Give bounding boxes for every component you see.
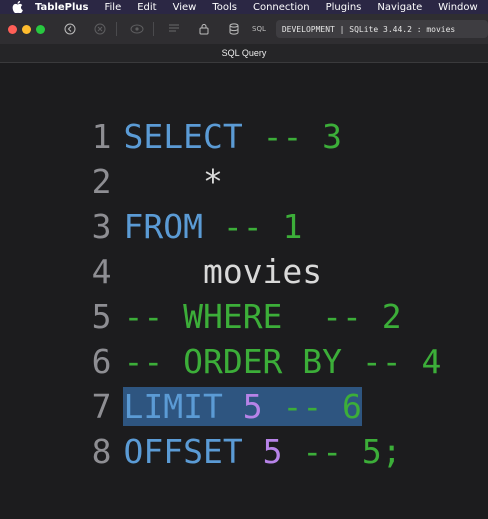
menu-view[interactable]: View xyxy=(173,2,197,13)
preview-icon[interactable] xyxy=(127,21,147,37)
tab-sql-query[interactable]: SQL Query xyxy=(222,48,267,58)
window-controls xyxy=(8,24,50,34)
lock-icon[interactable] xyxy=(194,21,214,37)
editor-line: 6 -- ORDER BY -- 4 xyxy=(0,294,442,381)
editor-line-selected: 7 LIMIT 5 -- 6 xyxy=(0,339,362,426)
menu-tools[interactable]: Tools xyxy=(212,2,237,13)
apple-icon[interactable] xyxy=(12,1,23,13)
editor-line: 3 FROM -- 1 xyxy=(0,159,303,246)
editor-line: 4 movies xyxy=(0,204,323,291)
back-icon[interactable] xyxy=(60,21,80,37)
code-token: 5 xyxy=(262,432,283,471)
editor-line: 1 SELECT -- 3 xyxy=(0,69,342,156)
menu-app-name[interactable]: TablePlus xyxy=(35,2,88,13)
zoom-window-button[interactable] xyxy=(36,24,45,34)
menu-connection[interactable]: Connection xyxy=(253,2,310,13)
connection-label[interactable]: DEVELOPMENT | SQLite 3.44.2 : movies xyxy=(275,20,488,38)
menu-edit[interactable]: Edit xyxy=(137,2,156,13)
menu-plugins[interactable]: Plugins xyxy=(326,2,362,13)
toolbar-divider xyxy=(116,22,117,36)
minimize-window-button[interactable] xyxy=(22,24,31,34)
editor-line: 5 -- WHERE -- 2 xyxy=(0,249,402,336)
line-number: 8 xyxy=(91,432,112,471)
menu-navigate[interactable]: Navigate xyxy=(377,2,422,13)
code-token: OFFSET xyxy=(123,432,243,471)
menu-window[interactable]: Window xyxy=(438,2,477,13)
menu-bar: TablePlus File Edit View Tools Connectio… xyxy=(0,0,488,14)
sql-editor[interactable]: 1 SELECT -- 3 2 * 3 FROM -- 1 4 movies 5 --… xyxy=(0,63,488,471)
editor-line: 2 * xyxy=(0,114,223,201)
tab-bar: SQL Query xyxy=(0,44,488,63)
toolbar-divider xyxy=(153,22,154,36)
code-token: -- 3 xyxy=(262,117,343,156)
code-token: -- 5; xyxy=(302,432,402,471)
database-icon[interactable] xyxy=(224,21,244,37)
editor-line: 8 OFFSET 5 -- 5; xyxy=(0,384,402,471)
close-window-button[interactable] xyxy=(8,24,17,34)
close-connection-icon[interactable] xyxy=(90,21,110,37)
sql-button[interactable]: SQL xyxy=(252,25,266,33)
list-icon[interactable] xyxy=(164,21,184,37)
menu-file[interactable]: File xyxy=(104,2,121,13)
app-toolbar: SQL DEVELOPMENT | SQLite 3.44.2 : movies xyxy=(0,14,488,44)
